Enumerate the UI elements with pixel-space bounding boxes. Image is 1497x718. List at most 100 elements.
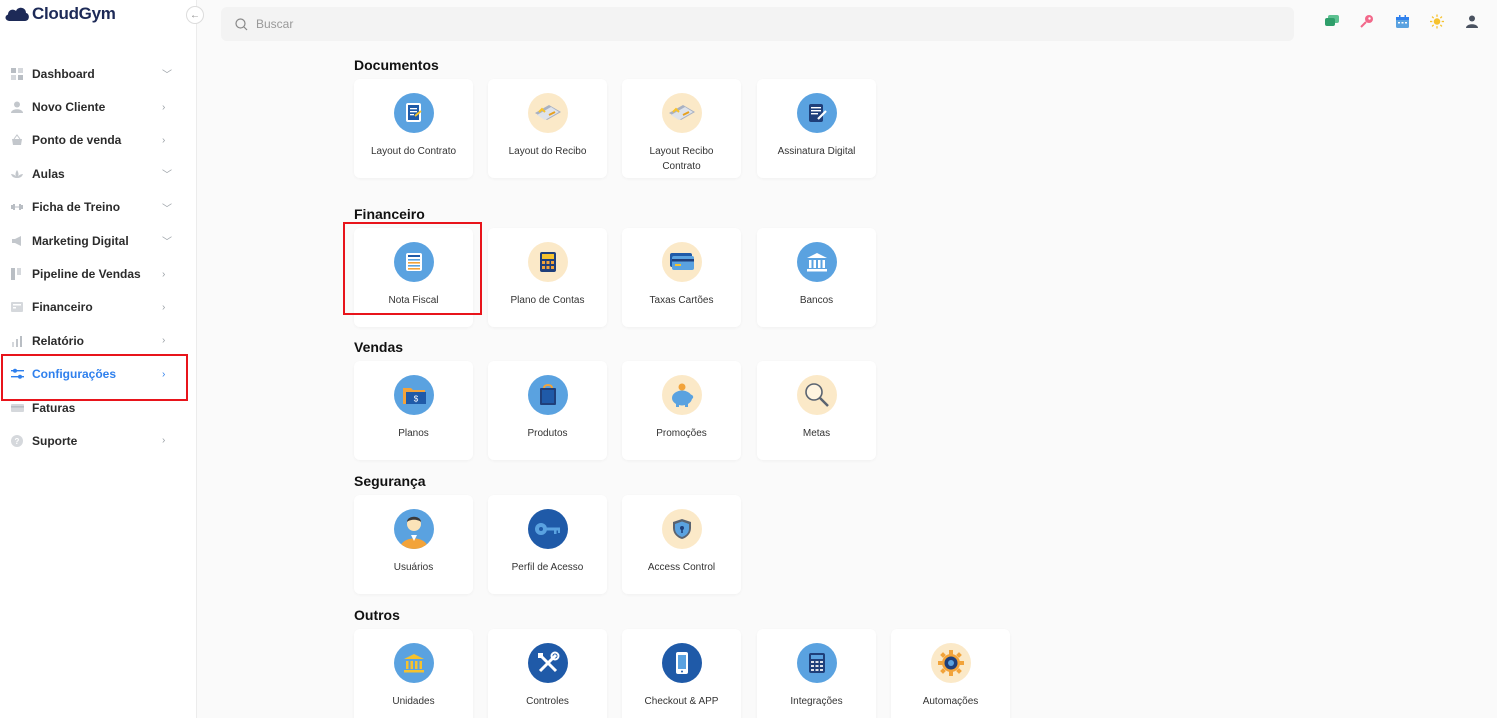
sidebar: CloudGym Dashboard ﹀ Novo Cliente › Pont… [0, 0, 197, 718]
sidebar-item-faturas[interactable]: Faturas [0, 391, 197, 424]
sidebar-item-aulas[interactable]: Aulas ﹀ [0, 157, 197, 190]
card-label: Checkout & APP [644, 696, 719, 707]
sun-icon[interactable] [1430, 14, 1444, 28]
card-controles[interactable]: Controles [488, 629, 607, 718]
integrations-icon [796, 643, 837, 683]
card-promocoes[interactable]: Promoções [622, 361, 741, 460]
calendar-icon[interactable] [1395, 14, 1409, 28]
card-nota-fiscal[interactable]: Nota Fiscal [354, 228, 473, 327]
dashboard-icon [10, 67, 24, 81]
card-layout-recibo-contrato[interactable]: Layout Recibo Contrato [622, 79, 741, 178]
chevron-right-icon: › [162, 268, 166, 280]
help-icon: ? [10, 434, 24, 448]
sidebar-item-label: Suporte [32, 433, 78, 448]
app-window: CloudGym Dashboard ﹀ Novo Cliente › Pont… [0, 0, 1497, 718]
pipeline-icon [10, 267, 24, 281]
card-label: Taxas Cartões [649, 295, 714, 306]
card-label: Controles [526, 696, 569, 707]
credit-card-icon [661, 242, 702, 282]
sidebar-item-label: Marketing Digital [32, 233, 129, 248]
search-bar[interactable]: Buscar [221, 7, 1294, 41]
sliders-icon [10, 367, 24, 381]
chevron-down-icon: ﹀ [162, 170, 172, 182]
sidebar-item-label: Relatório [32, 333, 85, 348]
section-title-outros: Outros [354, 607, 400, 623]
chevron-down-icon: ﹀ [162, 237, 172, 249]
megaphone-icon [10, 234, 24, 248]
card-bancos[interactable]: Bancos [757, 228, 876, 327]
sidebar-item-ficha-de-treino[interactable]: Ficha de Treino ﹀ [0, 191, 197, 224]
sidebar-item-pipeline-de-vendas[interactable]: Pipeline de Vendas › [0, 257, 197, 290]
bank-icon [796, 242, 837, 282]
section-title-vendas: Vendas [354, 339, 404, 355]
sidebar-item-label: Dashboard [32, 66, 95, 81]
collapse-sidebar-button[interactable]: ← [186, 6, 204, 24]
sidebar-nav: Dashboard ﹀ Novo Cliente › Ponto de vend… [0, 57, 197, 458]
sidebar-item-novo-cliente[interactable]: Novo Cliente › [0, 90, 197, 123]
receipt-icon [527, 93, 568, 133]
chat-icon[interactable] [1325, 14, 1339, 28]
card-assinatura-digital[interactable]: Assinatura Digital [757, 79, 876, 178]
card-label: Integrações [790, 696, 843, 707]
card-plano-de-contas[interactable]: Plano de Contas [488, 228, 607, 327]
chevron-right-icon: › [162, 435, 166, 447]
sidebar-item-label: Pipeline de Vendas [32, 267, 141, 282]
card-automacoes[interactable]: Automações [891, 629, 1010, 718]
card-icon [10, 401, 24, 415]
card-label: Perfil de Acesso [511, 562, 584, 573]
card-produtos[interactable]: Produtos [488, 361, 607, 460]
sidebar-item-relatorio[interactable]: Relatório › [0, 324, 197, 357]
sidebar-item-dashboard[interactable]: Dashboard ﹀ [0, 57, 197, 90]
svg-text:?: ? [15, 437, 20, 446]
top-toolbar [1325, 14, 1479, 28]
card-label: Unidades [392, 696, 435, 707]
card-metas[interactable]: Metas [757, 361, 876, 460]
key-icon[interactable] [1360, 14, 1374, 28]
user-icon[interactable] [1465, 14, 1479, 28]
card-integracoes[interactable]: Integrações [757, 629, 876, 718]
logo[interactable]: CloudGym [4, 4, 116, 24]
card-label: Layout do Recibo [508, 146, 587, 157]
card-usuarios[interactable]: Usuários [354, 495, 473, 594]
card-label: Plano de Contas [510, 295, 585, 306]
receipt-contract-icon [661, 93, 702, 133]
plans-folder-icon: $ [393, 375, 434, 415]
card-checkout-app[interactable]: Checkout & APP [622, 629, 741, 718]
card-label: Layout do Contrato [370, 146, 457, 157]
card-label: Planos [398, 428, 429, 439]
card-label: Promoções [656, 428, 707, 439]
card-unidades[interactable]: Unidades [354, 629, 473, 718]
section-title-financeiro: Financeiro [354, 206, 425, 222]
sidebar-item-ponto-de-venda[interactable]: Ponto de venda › [0, 124, 197, 157]
units-building-icon [393, 643, 434, 683]
card-planos[interactable]: $ Planos [354, 361, 473, 460]
lotus-icon [10, 167, 24, 181]
card-layout-do-recibo[interactable]: Layout do Recibo [488, 79, 607, 178]
sidebar-item-label: Financeiro [32, 300, 93, 315]
card-label: Layout Recibo Contrato [649, 146, 714, 172]
dumbbell-icon [10, 200, 24, 214]
section-title-seguranca: Segurança [354, 473, 426, 489]
user-icon [10, 100, 24, 114]
chevron-right-icon: › [162, 335, 166, 347]
gear-automation-icon [930, 643, 971, 683]
bar-chart-icon [10, 334, 24, 348]
svg-text:$: $ [413, 395, 418, 404]
card-label: Assinatura Digital [777, 146, 856, 157]
search-icon [235, 17, 248, 30]
cloud-logo-icon [4, 6, 30, 22]
card-label: Usuários [393, 562, 434, 573]
search-input[interactable]: Buscar [256, 17, 293, 31]
sidebar-item-financeiro[interactable]: Financeiro › [0, 291, 197, 324]
card-access-control[interactable]: Access Control [622, 495, 741, 594]
card-label: Metas [802, 428, 831, 439]
card-taxas-cartoes[interactable]: Taxas Cartões [622, 228, 741, 327]
sidebar-item-suporte[interactable]: ? Suporte › [0, 424, 197, 457]
sidebar-item-configuracoes[interactable]: Configurações › [0, 358, 197, 391]
card-perfil-de-acesso[interactable]: Perfil de Acesso [488, 495, 607, 594]
finance-icon [10, 300, 24, 314]
card-layout-do-contrato[interactable]: Layout do Contrato [354, 79, 473, 178]
sidebar-item-label: Aulas [32, 166, 65, 181]
sidebar-item-marketing-digital[interactable]: Marketing Digital ﹀ [0, 224, 197, 257]
tools-icon [527, 643, 568, 683]
